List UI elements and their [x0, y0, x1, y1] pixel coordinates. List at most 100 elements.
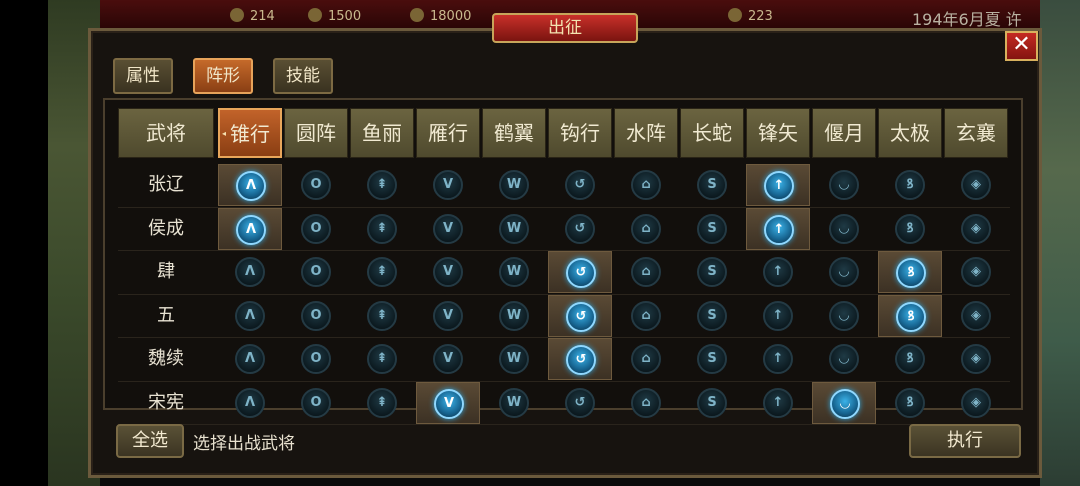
formation-cell[interactable]: ◡: [812, 295, 876, 337]
formation-cell[interactable]: ↺: [548, 294, 612, 337]
formation-cell[interactable]: ꝸ: [878, 251, 942, 293]
formation-cell[interactable]: O: [284, 295, 348, 337]
formation-cell[interactable]: ⇞: [350, 382, 414, 424]
formation-header-4[interactable]: 鹤翼: [482, 108, 546, 158]
general-name[interactable]: 五: [118, 295, 214, 337]
formation-cell[interactable]: W: [482, 208, 546, 250]
general-name[interactable]: 宋宪: [118, 382, 214, 424]
formation-cell[interactable]: S: [680, 251, 744, 293]
formation-cell[interactable]: Λ: [218, 251, 282, 293]
formation-header-2[interactable]: 鱼丽: [350, 108, 414, 158]
formation-cell[interactable]: ꝸ: [878, 382, 942, 424]
general-name[interactable]: 张辽: [118, 164, 214, 206]
formation-cell[interactable]: W: [482, 164, 546, 206]
formation-cell[interactable]: ↑: [746, 295, 810, 337]
tab-formation[interactable]: 阵形: [193, 58, 253, 94]
formation-header-8[interactable]: 锋矢: [746, 108, 810, 158]
select-all-button[interactable]: 全选: [116, 424, 184, 458]
tab-skills[interactable]: 技能: [273, 58, 333, 94]
formation-header-label: 鹤翼: [494, 121, 534, 145]
formation-cell[interactable]: ↑: [746, 251, 810, 293]
formation-cell[interactable]: S: [680, 295, 744, 337]
formation-cell[interactable]: ꝸ: [878, 338, 942, 380]
formation-cell[interactable]: ⇞: [350, 295, 414, 337]
formation-cell[interactable]: ↺: [548, 382, 612, 424]
formation-cell[interactable]: Λ: [218, 164, 282, 206]
formation-cell[interactable]: ⌂: [614, 208, 678, 250]
formation-cell[interactable]: W: [482, 382, 546, 424]
formation-cell[interactable]: ⌂: [614, 251, 678, 293]
formation-cell[interactable]: ⇞: [350, 164, 414, 206]
formation-header-9[interactable]: 偃月: [812, 108, 876, 158]
formation-cell[interactable]: W: [482, 338, 546, 380]
formation-cell[interactable]: ⇞: [350, 208, 414, 250]
formation-cell[interactable]: V: [416, 164, 480, 206]
formation-cell[interactable]: ꝸ: [878, 208, 942, 250]
formation-cell[interactable]: ꝸ: [878, 164, 942, 206]
formation-icon: ꝸ: [895, 213, 925, 244]
formation-cell[interactable]: ⌂: [614, 164, 678, 206]
formation-icon: W: [499, 300, 529, 331]
general-name[interactable]: 侯成: [118, 208, 214, 250]
formation-cell[interactable]: V: [416, 338, 480, 380]
formation-cell[interactable]: ↑: [746, 338, 810, 380]
general-name[interactable]: 肆: [118, 251, 214, 293]
formation-cell[interactable]: ◈: [944, 208, 1008, 250]
formation-cell[interactable]: ↑: [746, 164, 810, 206]
formation-cell[interactable]: ↑: [746, 207, 810, 250]
formation-cell[interactable]: ⌂: [614, 295, 678, 337]
formation-cell[interactable]: ◡: [812, 208, 876, 250]
formation-cell[interactable]: ◈: [944, 295, 1008, 337]
formation-cell[interactable]: V: [416, 295, 480, 337]
formation-cell[interactable]: O: [284, 251, 348, 293]
formation-cell[interactable]: W: [482, 295, 546, 337]
formation-cell[interactable]: ◡: [812, 164, 876, 206]
formation-cell[interactable]: ⇞: [350, 338, 414, 380]
formation-cell[interactable]: ↺: [548, 338, 612, 380]
general-name[interactable]: 魏续: [118, 338, 214, 380]
formation-cell[interactable]: ⌂: [614, 382, 678, 424]
formation-cell[interactable]: ◡: [812, 251, 876, 293]
formation-cell[interactable]: Λ: [218, 338, 282, 380]
formation-cell[interactable]: ◈: [944, 251, 1008, 293]
formation-cell[interactable]: ◡: [812, 338, 876, 380]
formation-header-0[interactable]: ◂ 锥行: [218, 108, 282, 158]
formation-cell[interactable]: S: [680, 382, 744, 424]
formation-cell[interactable]: V: [416, 381, 480, 424]
formation-cell[interactable]: S: [680, 208, 744, 250]
tab-attributes[interactable]: 属性: [113, 58, 173, 94]
formation-header-7[interactable]: 长蛇: [680, 108, 744, 158]
close-button[interactable]: ✕: [1005, 31, 1038, 61]
formation-cell[interactable]: Λ: [218, 382, 282, 424]
formation-header-6[interactable]: 水阵: [614, 108, 678, 158]
formation-cell[interactable]: ↺: [548, 251, 612, 293]
formation-cell[interactable]: ◈: [944, 164, 1008, 206]
formation-header-5[interactable]: 钩行: [548, 108, 612, 158]
formation-cell[interactable]: Λ: [218, 295, 282, 337]
formation-cell[interactable]: ◡: [812, 381, 876, 424]
formation-cell[interactable]: O: [284, 164, 348, 206]
formation-icon: ⌂: [631, 344, 661, 374]
formation-cell[interactable]: S: [680, 338, 744, 380]
formation-cell[interactable]: V: [416, 251, 480, 293]
formation-cell[interactable]: S: [680, 164, 744, 206]
formation-header-1[interactable]: 圆阵: [284, 108, 348, 158]
formation-cell[interactable]: O: [284, 382, 348, 424]
formation-cell[interactable]: ↺: [548, 164, 612, 206]
formation-cell[interactable]: ◈: [944, 338, 1008, 380]
formation-cell[interactable]: O: [284, 338, 348, 380]
formation-cell[interactable]: W: [482, 251, 546, 293]
formation-cell[interactable]: ⌂: [614, 338, 678, 380]
formation-cell[interactable]: ↑: [746, 382, 810, 424]
execute-button[interactable]: 执行: [909, 424, 1021, 458]
formation-cell[interactable]: Λ: [218, 207, 282, 250]
formation-cell[interactable]: ↺: [548, 208, 612, 250]
formation-cell[interactable]: V: [416, 208, 480, 250]
formation-cell[interactable]: ⇞: [350, 251, 414, 293]
formation-cell[interactable]: ꝸ: [878, 294, 942, 337]
formation-header-10[interactable]: 太极: [878, 108, 942, 158]
formation-header-3[interactable]: 雁行: [416, 108, 480, 158]
formation-cell[interactable]: O: [284, 208, 348, 250]
formation-cell[interactable]: ◈: [944, 382, 1008, 424]
formation-header-11[interactable]: 玄襄: [944, 108, 1008, 158]
